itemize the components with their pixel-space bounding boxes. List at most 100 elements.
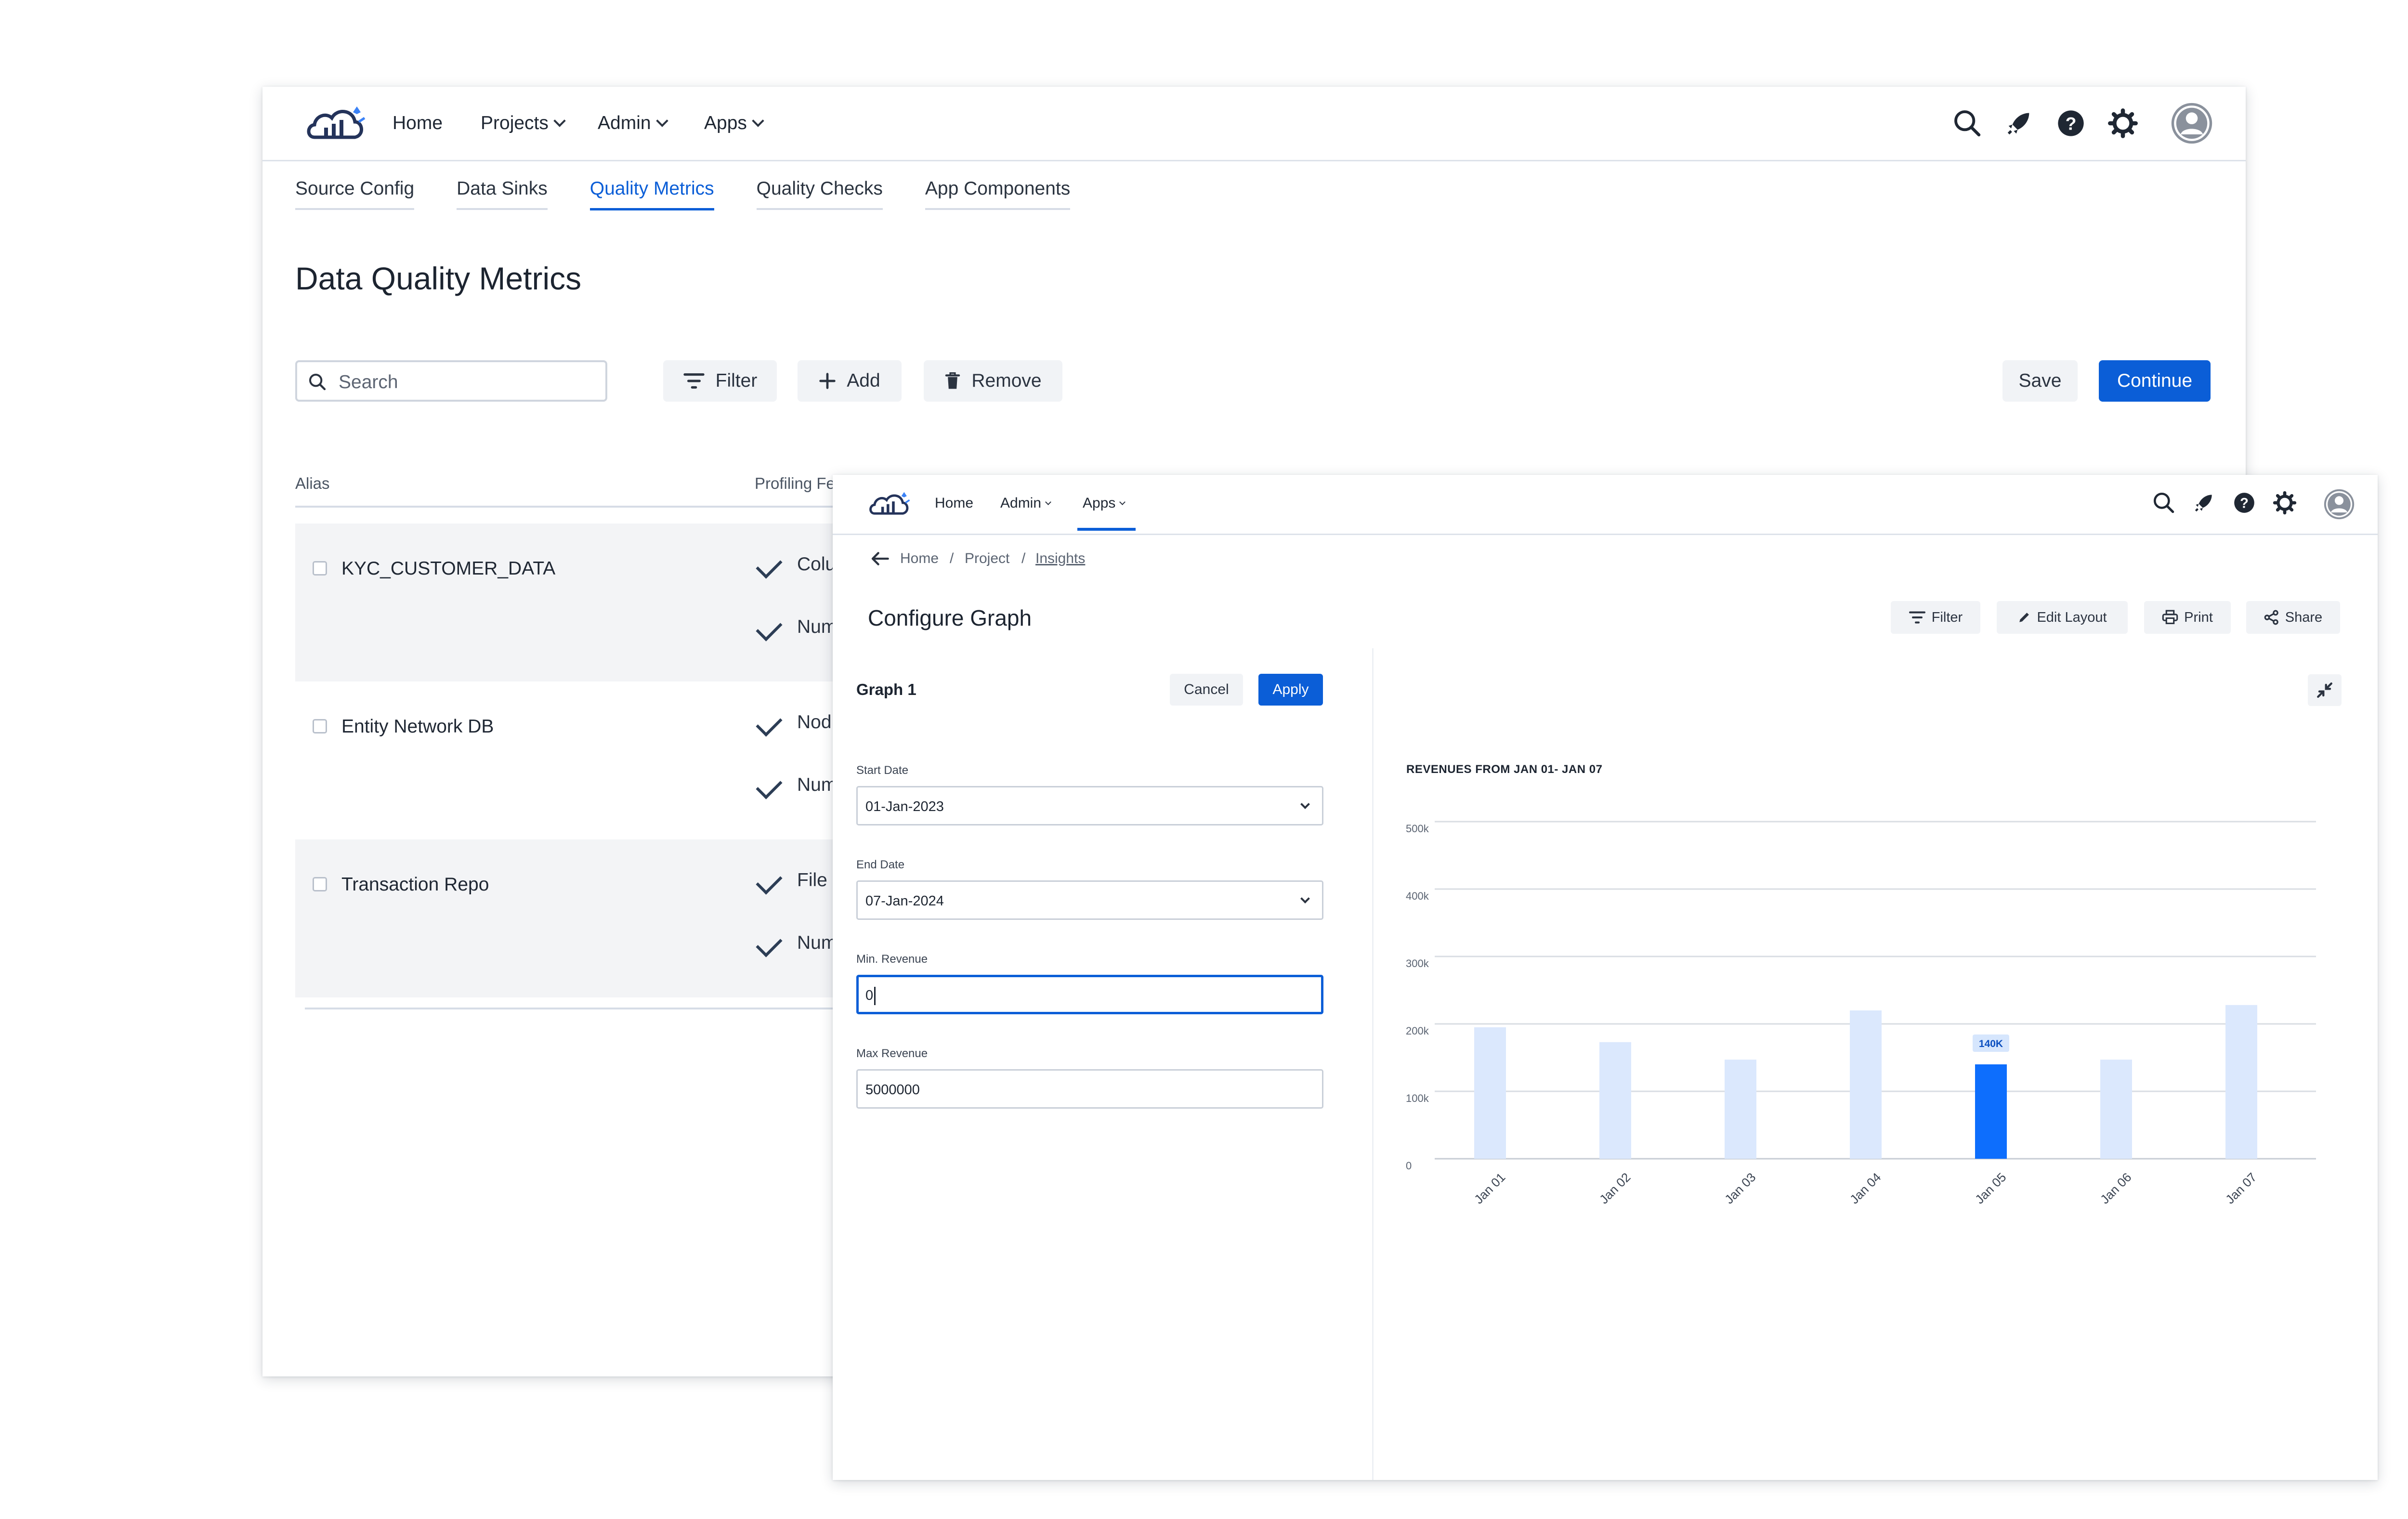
nav-admin-label: Admin: [598, 113, 651, 133]
search-icon[interactable]: [2152, 491, 2176, 515]
row-checkbox[interactable]: [313, 561, 327, 576]
revenue-bar-chart: 0 100k 200k 300k 400k 500k Jan 01 Jan 02 Jan 03 J…: [1406, 821, 2316, 1207]
bar: [2100, 1060, 2132, 1159]
save-button[interactable]: Save: [2002, 360, 2078, 402]
rocket-icon[interactable]: [2192, 491, 2216, 515]
bar: [1474, 1027, 1506, 1159]
nav-admin[interactable]: Admin: [1000, 495, 1051, 511]
table-row[interactable]: Entity Network DB Nod Num: [295, 681, 921, 839]
bar: [2225, 1005, 2257, 1159]
help-icon[interactable]: ?: [2232, 491, 2256, 515]
y-tick-label: 500k: [1406, 823, 1429, 835]
nav-active-indicator: [1077, 528, 1136, 531]
min-revenue-input[interactable]: 0: [856, 975, 1323, 1014]
back-arrow-icon[interactable]: [870, 550, 890, 567]
row-metric: Num: [797, 616, 837, 637]
bar: [1975, 1064, 2007, 1159]
header-divider: [295, 506, 921, 508]
apply-button[interactable]: Apply: [1258, 674, 1323, 706]
end-date-select[interactable]: 07-Jan-2024: [856, 880, 1323, 920]
collapse-icon: [2317, 682, 2332, 698]
chevron-down-icon: [752, 115, 764, 127]
filter-button-label: Filter: [1931, 609, 1963, 625]
gear-icon[interactable]: [2107, 108, 2138, 139]
share-button[interactable]: Share: [2246, 601, 2340, 634]
x-tick-label: Jan 03: [1722, 1170, 1758, 1206]
column-header-alias[interactable]: Alias: [295, 474, 330, 493]
start-date-select[interactable]: 01-Jan-2023: [856, 786, 1323, 825]
search-input[interactable]: Search: [295, 360, 607, 402]
bar-value-label: 140K: [1979, 1038, 2003, 1049]
continue-button[interactable]: Continue: [2099, 360, 2211, 402]
nav-home-label: Home: [393, 113, 443, 133]
text-caret: [874, 987, 876, 1005]
x-tick-label: Jan 07: [2223, 1170, 2259, 1206]
row-checkbox[interactable]: [313, 877, 327, 891]
configure-graph-window: Home Admin Apps ? Home / Project / Insig…: [833, 475, 2378, 1480]
chart-title: REVENUES FROM JAN 01- JAN 07: [1406, 763, 1603, 776]
share-button-label: Share: [2285, 609, 2323, 625]
gear-icon[interactable]: [2273, 491, 2297, 515]
x-tick-label: Jan 05: [1972, 1170, 2009, 1206]
row-metric: Colu: [797, 554, 836, 575]
avatar[interactable]: [2323, 488, 2356, 521]
table-row[interactable]: KYC_CUSTOMER_DATA Colu Num: [295, 524, 921, 681]
share-icon: [2264, 610, 2278, 625]
breadcrumb-project[interactable]: Project: [965, 550, 1009, 567]
graph-name: Graph 1: [856, 681, 916, 698]
search-icon[interactable]: [1952, 108, 1983, 139]
row-checkbox[interactable]: [313, 719, 327, 733]
row-alias: Entity Network DB: [341, 716, 494, 737]
y-tick-label: 100k: [1406, 1092, 1429, 1104]
tab-quality-checks[interactable]: Quality Checks: [756, 178, 883, 210]
breadcrumb-separator: /: [1021, 550, 1026, 566]
cancel-button[interactable]: Cancel: [1170, 674, 1243, 706]
collapse-button[interactable]: [2308, 674, 2342, 706]
y-tick-label: 400k: [1406, 890, 1429, 902]
help-icon[interactable]: ?: [2055, 108, 2086, 139]
tab-quality-metrics[interactable]: Quality Metrics: [589, 178, 714, 210]
nav-apps-label: Apps: [704, 113, 747, 133]
bar: [1599, 1042, 1631, 1159]
nav-projects[interactable]: Projects: [481, 113, 566, 134]
start-date-label: Start Date: [856, 764, 909, 777]
print-button[interactable]: Print: [2144, 601, 2231, 634]
chevron-down-icon: [553, 115, 566, 127]
tab-source-config[interactable]: Source Config: [295, 178, 415, 210]
add-button[interactable]: Add: [798, 360, 902, 402]
nav-apps[interactable]: Apps: [704, 113, 764, 134]
nav-apps[interactable]: Apps: [1083, 495, 1126, 511]
max-revenue-input[interactable]: 5000000: [856, 1069, 1323, 1109]
nav-home[interactable]: Home: [393, 113, 443, 134]
svg-text:?: ?: [2066, 113, 2077, 133]
table-row[interactable]: Transaction Repo File Num: [295, 839, 921, 997]
top-navbar: Home Admin Apps ?: [833, 475, 2378, 535]
edit-layout-button[interactable]: Edit Layout: [1997, 601, 2128, 634]
nav-admin[interactable]: Admin: [598, 113, 668, 134]
breadcrumb-insights[interactable]: Insights: [1035, 550, 1085, 567]
row-metric: Num: [797, 774, 837, 795]
start-date-value: 01-Jan-2023: [865, 799, 944, 814]
nav-home[interactable]: Home: [935, 495, 973, 511]
svg-text:?: ?: [2240, 496, 2249, 511]
column-header-profiling[interactable]: Profiling Fe: [755, 474, 835, 493]
check-icon: [756, 710, 783, 737]
tab-data-sinks[interactable]: Data Sinks: [457, 178, 548, 210]
rocket-icon[interactable]: [2003, 108, 2034, 139]
tab-app-components[interactable]: App Components: [925, 178, 1071, 210]
print-button-label: Print: [2184, 609, 2213, 625]
app-logo-icon[interactable]: [868, 488, 912, 519]
row-alias: Transaction Repo: [341, 874, 489, 895]
x-tick-label: Jan 06: [2097, 1170, 2134, 1206]
panel-divider: [1372, 648, 1374, 1480]
chevron-down-icon: [655, 115, 668, 127]
chevron-down-icon: [1300, 799, 1310, 809]
x-tick-label: Jan 04: [1847, 1170, 1884, 1206]
breadcrumb-home[interactable]: Home: [900, 550, 939, 567]
app-logo-icon[interactable]: [305, 103, 368, 144]
filter-icon: [1909, 611, 1925, 624]
filter-button[interactable]: Filter: [663, 360, 777, 402]
remove-button[interactable]: Remove: [924, 360, 1062, 402]
filter-button[interactable]: Filter: [1891, 601, 1980, 634]
avatar[interactable]: [2170, 101, 2214, 145]
